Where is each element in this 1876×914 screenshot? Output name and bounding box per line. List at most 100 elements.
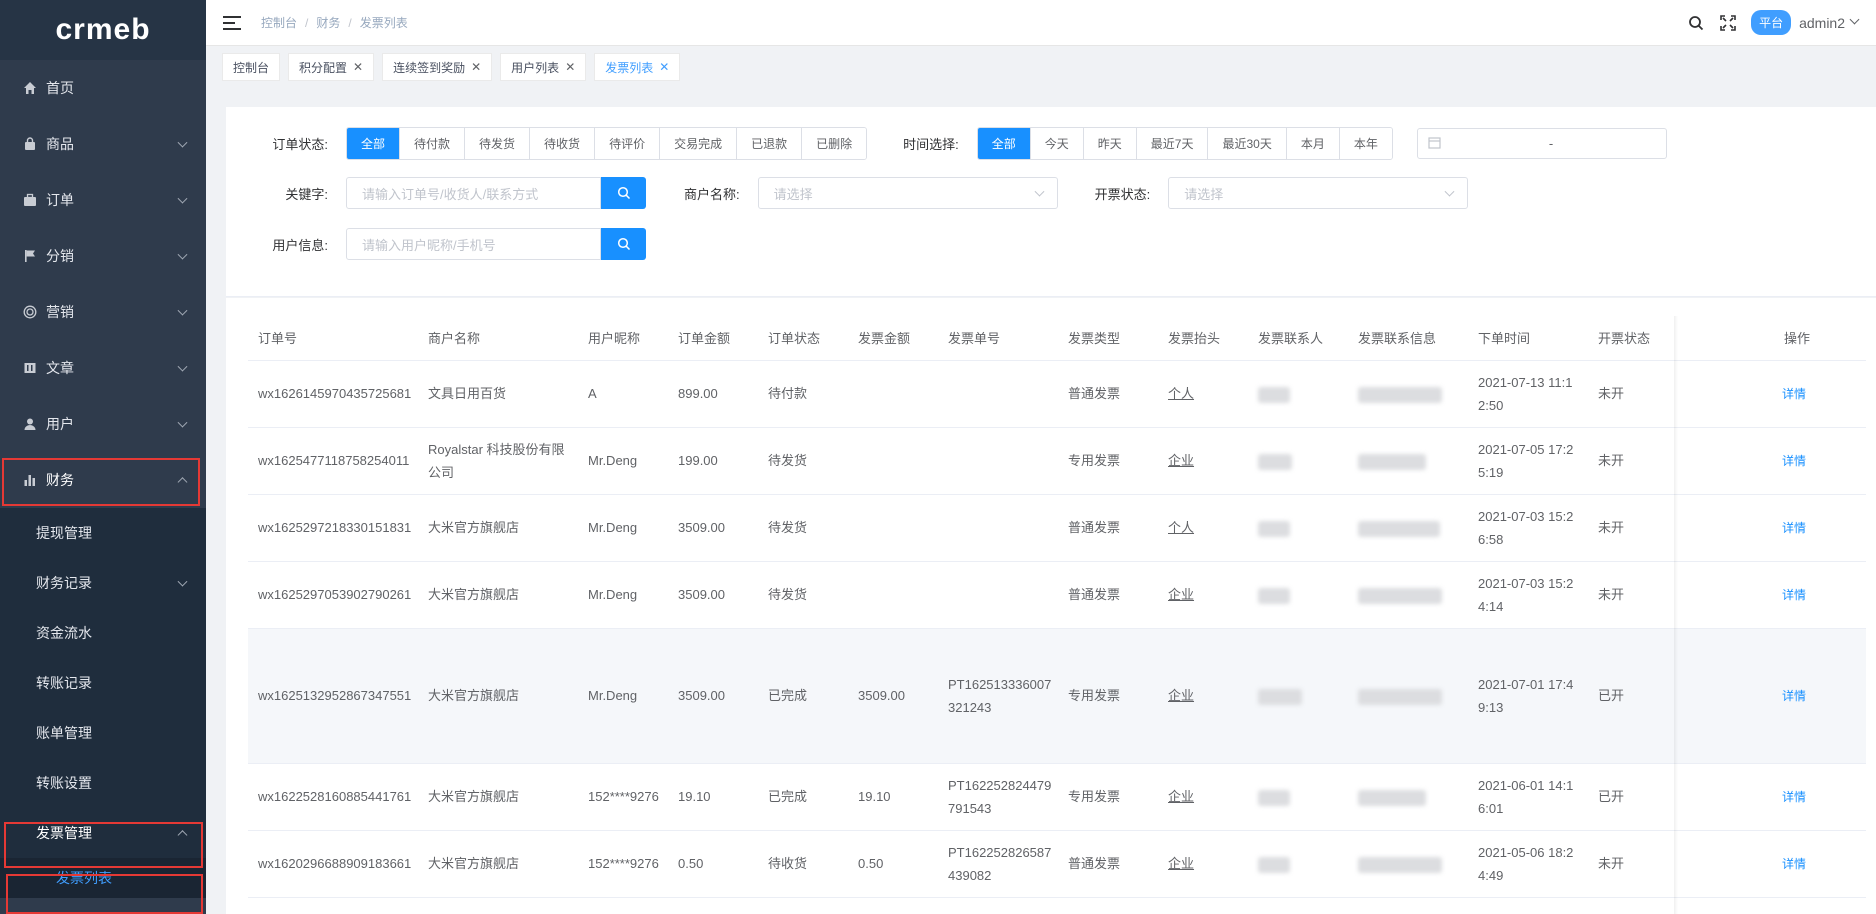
table-row: wx1625132952867347551 大米官方旗舰店 Mr.Deng 3509.… [248, 628, 1866, 764]
chevron-down-icon[interactable] [1849, 14, 1860, 25]
redacted-contact [1258, 587, 1290, 604]
column-header: 订单号 [248, 316, 418, 361]
sidebar-item-marketing[interactable]: 营销 [0, 284, 206, 340]
chevron-down-icon [177, 417, 188, 428]
detail-link[interactable]: 详情 [1782, 454, 1806, 468]
time-option[interactable]: 昨天 [1083, 128, 1137, 159]
invoice-contact-cell [1248, 494, 1348, 562]
chevron-down-icon [177, 249, 188, 260]
flag-icon [22, 248, 38, 264]
order-status-option[interactable]: 已删除 [802, 128, 867, 159]
tag-user-list[interactable]: 用户列表 ✕ [500, 53, 587, 81]
breadcrumb-item[interactable]: 财务 [316, 14, 340, 31]
sidebar-item-label: 首页 [46, 80, 74, 96]
order-status-option[interactable]: 已退款 [737, 128, 803, 159]
keyword-input[interactable]: 请输入订单号/收货人/联系方式 [346, 177, 601, 209]
header-actions: 平台 admin2 [1673, 10, 1860, 35]
redacted-contact-info [1358, 453, 1426, 470]
time-option[interactable]: 本月 [1286, 128, 1340, 159]
invoice-amount-cell [848, 494, 938, 562]
sidebar-item-distribution[interactable]: 分销 [0, 228, 206, 284]
platform-badge: 平台 [1751, 10, 1792, 35]
tag-signin-rewards[interactable]: 连续签到奖励 ✕ [382, 53, 493, 81]
merchant-select-placeholder: 请选择 [773, 186, 813, 202]
sidebar-item-orders[interactable]: 订单 [0, 172, 206, 228]
column-header: 发票抬头 [1158, 316, 1248, 361]
close-icon[interactable]: ✕ [471, 60, 481, 74]
order-status-option[interactable]: 待付款 [400, 128, 466, 159]
detail-link[interactable]: 详情 [1782, 387, 1806, 401]
time-option[interactable]: 最近7天 [1136, 128, 1209, 159]
date-range-picker[interactable]: - [1416, 128, 1667, 159]
invoice-number-cell [938, 427, 1058, 495]
bar-chart-icon [22, 472, 38, 488]
tag-points-config[interactable]: 积分配置 ✕ [288, 53, 375, 81]
time-option[interactable]: 全部 [977, 128, 1031, 159]
time-option[interactable]: 本年 [1339, 128, 1392, 159]
calendar-icon [1428, 136, 1441, 152]
detail-link[interactable]: 详情 [1782, 857, 1806, 871]
tag-label: 发票列表 [605, 60, 654, 75]
invoice-status-select[interactable]: 请选择 [1168, 177, 1469, 209]
detail-link[interactable]: 详情 [1782, 588, 1806, 602]
user-search-button[interactable] [601, 228, 646, 260]
redacted-contact [1258, 386, 1290, 403]
detail-link[interactable]: 详情 [1782, 521, 1806, 535]
time-option[interactable]: 今天 [1030, 128, 1084, 159]
sidebar-item-bills[interactable]: 账单管理 [0, 708, 206, 758]
tag-dashboard[interactable]: 控制台 [222, 53, 281, 81]
user-menu[interactable]: admin2 [1799, 15, 1845, 31]
fullscreen-icon[interactable] [1719, 14, 1737, 32]
menu-toggle-icon[interactable] [223, 15, 241, 30]
merchant-select[interactable]: 请选择 [757, 177, 1058, 209]
keyword-search-button[interactable] [601, 177, 646, 209]
breadcrumb: 控制台 / 财务 / 发票列表 [261, 14, 408, 31]
order-status-option[interactable]: 待评价 [595, 128, 661, 159]
detail-link[interactable]: 详情 [1782, 689, 1806, 703]
invoice-amount-cell [848, 427, 938, 495]
order-status-option[interactable]: 交易完成 [660, 128, 738, 159]
time-option[interactable]: 最近30天 [1208, 128, 1287, 159]
user-info-input[interactable]: 请输入用户昵称/手机号 [346, 228, 601, 260]
order-status-option[interactable]: 待收货 [530, 128, 596, 159]
invoice-amount-cell [848, 561, 938, 629]
sidebar-item-invoice-management[interactable]: 发票管理 [0, 808, 206, 858]
invoice-contact-info-cell [1348, 494, 1468, 562]
nickname-cell: Mr.Deng [578, 427, 668, 495]
sidebar-item-fund-flow[interactable]: 资金流水 [0, 608, 206, 658]
order-status-option[interactable]: 待发货 [465, 128, 531, 159]
logo[interactable]: crmeb [0, 0, 206, 60]
sidebar-item-transfer-records[interactable]: 转账记录 [0, 658, 206, 708]
sidebar-item-home[interactable]: 首页 [0, 60, 206, 116]
sidebar-item-users[interactable]: 用户 [0, 396, 206, 452]
sidebar-item-finance[interactable]: 财务 [0, 452, 206, 508]
table-row: wx1620296688909183661 大米官方旗舰店 152****9276 0… [248, 830, 1866, 898]
sidebar-item-products[interactable]: 商品 [0, 116, 206, 172]
sidebar-item-invoice-list[interactable]: 发票列表 [0, 858, 206, 898]
order-status-group: 全部 待付款 待发货 待收货 待评价 交易完成 已退款 已删除 [346, 127, 868, 160]
close-icon[interactable]: ✕ [353, 60, 363, 74]
close-icon[interactable]: ✕ [659, 60, 669, 74]
close-icon[interactable]: ✕ [565, 60, 575, 74]
action-cell: 详情 [1728, 427, 1866, 495]
order-time-cell: 2021-07-01 17:49:13 [1468, 628, 1588, 764]
detail-link[interactable]: 详情 [1782, 790, 1806, 804]
bag-icon [22, 136, 38, 152]
tag-invoice-list[interactable]: 发票列表 ✕ [594, 53, 681, 81]
order-status-option[interactable]: 全部 [347, 128, 401, 159]
user-info-label: 用户信息: [272, 237, 328, 253]
column-header: 发票金额 [848, 316, 938, 361]
invoice-status-cell: 已开 [1588, 628, 1728, 764]
sidebar-item-label: 账单管理 [36, 725, 92, 741]
order-amount-cell: 3509.00 [668, 561, 758, 629]
sidebar-item-articles[interactable]: 文章 [0, 340, 206, 396]
order-number-cell: wx1625297218330151831 [248, 494, 418, 562]
order-amount-cell: 199.00 [668, 427, 758, 495]
merchant-cell: 大米官方旗舰店 [418, 763, 578, 831]
invoice-title-cell: 企业 [1158, 830, 1248, 898]
breadcrumb-item[interactable]: 控制台 [261, 14, 297, 31]
sidebar-item-transfer-settings[interactable]: 转账设置 [0, 758, 206, 808]
sidebar-item-finance-records[interactable]: 财务记录 [0, 558, 206, 608]
sidebar-item-withdraw[interactable]: 提现管理 [0, 508, 206, 558]
search-icon[interactable] [1687, 14, 1705, 32]
